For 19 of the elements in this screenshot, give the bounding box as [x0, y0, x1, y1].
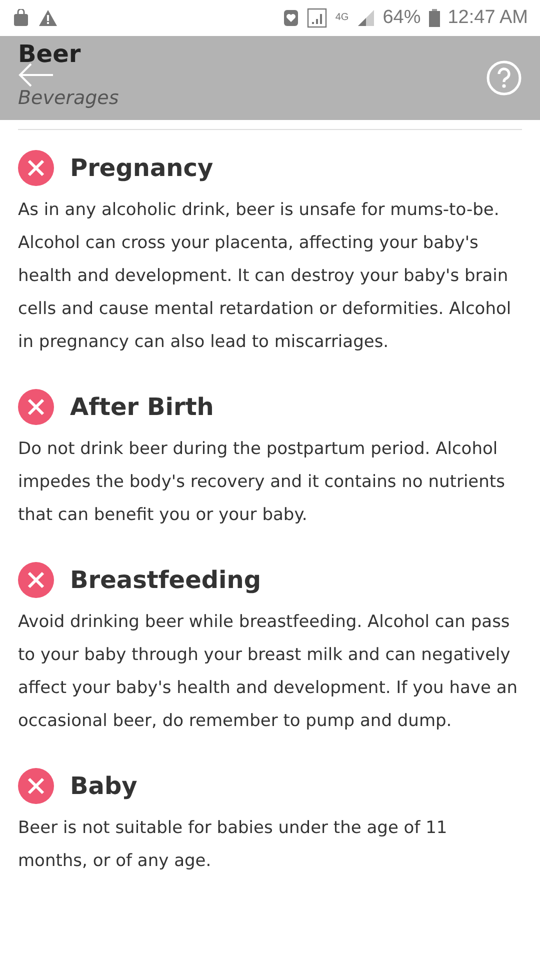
battery-percent: 64%: [382, 6, 421, 30]
signal-icon: [356, 9, 375, 27]
section-text: Avoid drinking beer while breastfeeding. Alcohol can pass to your baby through your breast milk and can negatively affect your baby's health and development. If you have an occasional beer, do remember to pump and dump.: [18, 611, 519, 733]
section-text: Beer is not suitable for babies under the age of 11 months, or of any age.: [18, 817, 448, 873]
back-arrow-icon[interactable]: [18, 62, 54, 88]
page-title: Beer: [18, 40, 82, 69]
network-type: 4G: [335, 13, 349, 23]
section-heading: Breastfeeding: [70, 565, 262, 596]
signal-icon: [307, 8, 328, 28]
section-heading: Baby: [70, 771, 138, 802]
section-heading: Pregnancy: [70, 153, 214, 184]
help-icon[interactable]: [486, 60, 522, 96]
section-heading: After Birth: [70, 392, 214, 423]
section-text: As in any alcoholic drink, beer is unsafe for mums-to-be. Alcohol can cross your placenta, affecting your baby's health and development. It can destroy your baby's brain cells and cause mental retardation or deformities. Alcohol in pregnancy can also lead to miscarriages.: [18, 199, 512, 354]
warning-icon: [38, 9, 58, 27]
page-subtitle: Beverages: [18, 86, 120, 110]
clock: 12:47 AM: [448, 6, 528, 30]
section-text: Do not drink beer during the postpartum period. Alcohol impedes the body's recovery and it contains no nutrients that can benefit you or your baby.: [18, 438, 506, 527]
battery-icon: [428, 9, 440, 27]
